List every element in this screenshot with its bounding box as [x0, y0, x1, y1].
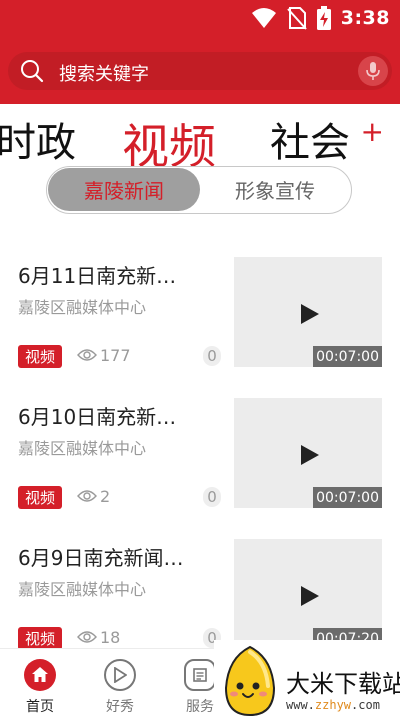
- list-item[interactable]: 6月9日南充新闻… 嘉陵区融媒体中心 视频 18 0 00:07:20: [0, 516, 400, 648]
- status-icons: 3:38: [251, 6, 390, 30]
- list-item[interactable]: 6月10日南充新… 嘉陵区融媒体中心 视频 2 0 00:07:00: [0, 375, 400, 516]
- tab-society[interactable]: 社会: [270, 110, 350, 168]
- video-badge: 视频: [18, 627, 62, 648]
- view-count: 177: [100, 346, 131, 365]
- eye-icon: [77, 631, 97, 643]
- view-count: 18: [100, 628, 121, 647]
- video-duration: 00:07:00: [313, 487, 382, 508]
- news-title[interactable]: 6月10日南充新…: [18, 401, 208, 430]
- service-icon: [184, 659, 216, 691]
- play-icon: [301, 586, 319, 606]
- watermark: 大米下载站 www.zzhyw.com: [214, 640, 400, 720]
- mic-button[interactable]: [358, 56, 388, 86]
- nav-home[interactable]: 首页: [10, 659, 70, 719]
- video-thumbnail[interactable]: 00:07:00: [234, 398, 382, 508]
- view-count: 2: [100, 487, 111, 506]
- status-bar: 3:38: [0, 0, 400, 40]
- segment-image-promo[interactable]: 形象宣传: [199, 168, 351, 211]
- video-thumbnail[interactable]: 00:07:00: [234, 257, 382, 367]
- watermark-title: 大米下载站: [286, 670, 400, 698]
- search-icon: [21, 60, 44, 83]
- news-source: 嘉陵区融媒体中心: [18, 439, 147, 458]
- news-source: 嘉陵区融媒体中心: [18, 298, 147, 317]
- news-title[interactable]: 6月11日南充新…: [18, 260, 208, 289]
- comment-count: 0: [203, 346, 221, 366]
- wifi-icon: [251, 8, 276, 28]
- add-channel-button[interactable]: +: [361, 118, 384, 146]
- search-box[interactable]: 搜索关键字: [8, 52, 392, 90]
- no-sim-icon: [286, 7, 307, 30]
- video-badge: 视频: [18, 345, 62, 368]
- header: 搜索关键字: [0, 40, 400, 104]
- status-time: 3:38: [340, 7, 390, 29]
- search-input[interactable]: 搜索关键字: [59, 60, 149, 86]
- tab-politics[interactable]: 时政: [0, 110, 76, 168]
- news-source: 嘉陵区融媒体中心: [18, 580, 147, 599]
- play-icon: [301, 304, 319, 324]
- comment-count: 0: [203, 487, 221, 507]
- nav-label: 首页: [26, 699, 54, 715]
- news-title[interactable]: 6月9日南充新闻…: [18, 542, 208, 571]
- segment-control: 嘉陵新闻 形象宣传: [46, 166, 352, 214]
- video-thumbnail[interactable]: 00:07:20: [234, 539, 382, 648]
- watermark-url: www.zzhyw.com: [286, 698, 380, 712]
- play-icon: [301, 445, 319, 465]
- segment-jialing-news[interactable]: 嘉陵新闻: [48, 168, 200, 211]
- video-badge: 视频: [18, 486, 62, 509]
- mic-icon: [366, 62, 380, 80]
- channel-tabs: 时政 视频 社会 +: [0, 104, 400, 176]
- video-duration: 00:07:00: [313, 346, 382, 367]
- eye-icon: [77, 490, 97, 502]
- nav-label: 好秀: [106, 699, 134, 715]
- home-icon: [24, 659, 56, 691]
- battery-charging-icon: [316, 6, 331, 30]
- eye-icon: [77, 349, 97, 361]
- nav-show[interactable]: 好秀: [90, 659, 150, 719]
- news-list: 6月11日南充新… 嘉陵区融媒体中心 视频 177 0 00:07:00 6月1…: [0, 234, 400, 648]
- egg-mascot-logo: [224, 645, 276, 717]
- play-circle-icon: [104, 659, 136, 691]
- list-item[interactable]: 6月11日南充新… 嘉陵区融媒体中心 视频 177 0 00:07:00: [0, 234, 400, 375]
